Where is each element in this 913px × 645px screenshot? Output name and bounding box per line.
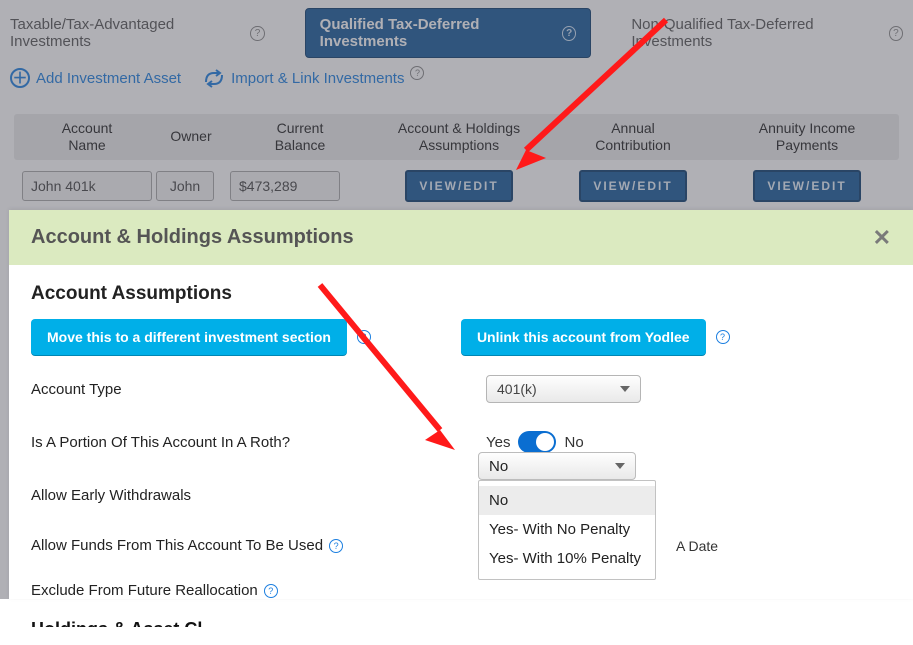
balance-input[interactable] (230, 171, 340, 201)
help-icon[interactable]: ? (889, 26, 903, 41)
account-type-value: 401(k) (497, 381, 537, 397)
table-header: AccountName Owner CurrentBalance Account… (14, 114, 899, 160)
modal-title: Account & Holdings Assumptions (31, 226, 354, 249)
chevron-down-icon (615, 463, 625, 469)
dropdown-option[interactable]: Yes- With No Penalty (479, 515, 655, 544)
early-withdrawals-value: No (489, 458, 508, 475)
label-exclude-realloc: Exclude From Future Reallocation ? (31, 582, 486, 599)
annotation-arrow (290, 275, 490, 475)
toggle-no-label: No (564, 434, 583, 451)
col-annuity-2: Payments (776, 137, 838, 153)
col-annuity-1: Annuity Income (759, 120, 856, 136)
account-name-input[interactable] (22, 171, 152, 201)
dropdown-option[interactable]: No (479, 486, 655, 515)
owner-select[interactable] (156, 171, 214, 201)
col-balance-1: Current (277, 120, 324, 136)
chevron-down-icon (620, 386, 630, 392)
help-icon[interactable]: ? (410, 66, 424, 80)
label-early-withdrawals: Allow Early Withdrawals (31, 487, 486, 504)
col-balance-2: Balance (275, 137, 326, 153)
col-account-name-1: Account (62, 120, 113, 136)
col-account-name-2: Name (68, 137, 105, 153)
holdings-heading-cutoff: Holdings & Asset Cl (31, 619, 891, 627)
early-withdrawals-select[interactable]: No (478, 452, 636, 480)
tab-taxable[interactable]: Taxable/Tax-Advantaged Investments ? (10, 16, 265, 50)
dropdown-option[interactable]: Yes- With 10% Penalty (479, 544, 655, 573)
tab-taxable-label: Taxable/Tax-Advantaged Investments (10, 16, 244, 50)
col-assumptions-2: Assumptions (419, 137, 499, 153)
help-icon[interactable]: ? (329, 539, 343, 553)
help-icon[interactable]: ? (264, 584, 278, 598)
import-icon (203, 68, 225, 88)
help-icon[interactable]: ? (250, 26, 264, 41)
annotation-arrow (496, 10, 686, 180)
close-icon[interactable]: ✕ (873, 227, 891, 249)
table-row: VIEW/EDIT VIEW/EDIT VIEW/EDIT (14, 160, 899, 212)
roth-toggle[interactable] (518, 431, 556, 453)
plus-icon: ＋ (10, 68, 30, 88)
after-a-date-text: A Date (676, 538, 718, 554)
col-owner: Owner (170, 128, 211, 144)
account-type-select[interactable]: 401(k) (486, 375, 641, 403)
help-icon[interactable]: ? (716, 330, 730, 344)
early-withdrawals-dropdown[interactable]: No No Yes- With No Penalty Yes- With 10%… (478, 480, 656, 580)
add-investment-label: Add Investment Asset (36, 70, 181, 87)
view-edit-annuity-button[interactable]: VIEW/EDIT (753, 170, 861, 202)
label-allow-funds: Allow Funds From This Account To Be Used… (31, 537, 486, 554)
import-link-label: Import & Link Investments (231, 70, 404, 87)
import-link-button[interactable]: Import & Link Investments ? (203, 68, 424, 88)
add-investment-button[interactable]: ＋ Add Investment Asset (10, 68, 181, 88)
unlink-yodlee-button[interactable]: Unlink this account from Yodlee (461, 319, 706, 355)
